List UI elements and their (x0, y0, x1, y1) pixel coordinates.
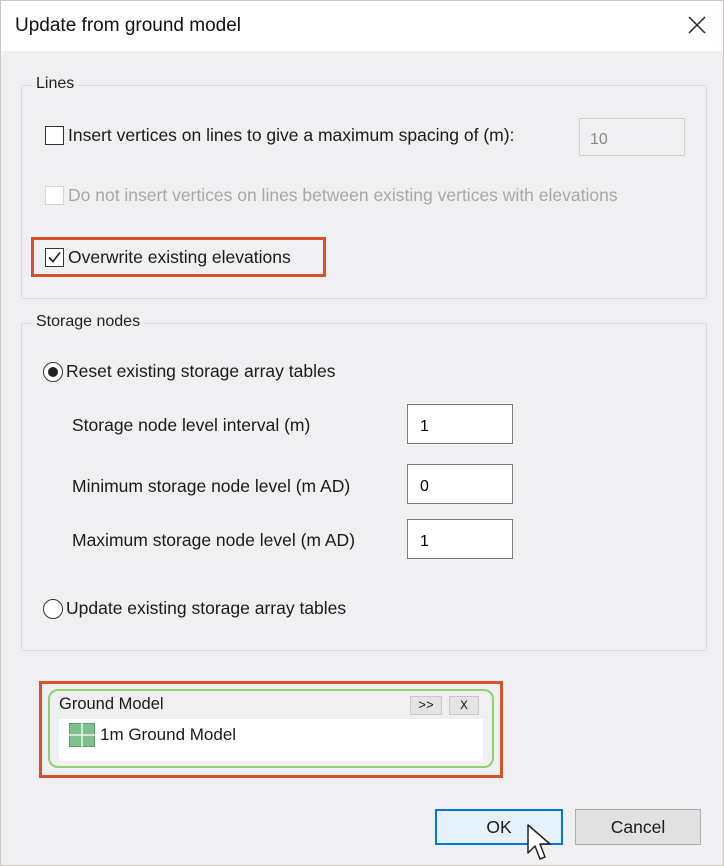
checkmark-icon (48, 252, 61, 263)
update-tables-label: Update existing storage array tables (66, 598, 347, 618)
ground-model-clear-button[interactable]: X (449, 696, 479, 715)
close-x-icon (688, 16, 706, 34)
overwrite-elevations-label: Overwrite existing elevations (68, 247, 291, 267)
ground-model-expand-button[interactable]: >> (410, 696, 442, 715)
min-level-input[interactable] (407, 464, 513, 504)
overwrite-elevations-option[interactable]: Overwrite existing elevations (45, 247, 291, 268)
close-button[interactable] (683, 11, 711, 39)
title-bar: Update from ground model (1, 1, 723, 51)
ground-model-panel: Ground Model >> X 1m Ground Model (48, 689, 494, 768)
update-tables-option[interactable]: Update existing storage array tables (43, 598, 346, 619)
mouse-pointer-icon (527, 824, 551, 860)
ground-model-list[interactable]: 1m Ground Model (59, 719, 483, 761)
overwrite-elevations-checkbox[interactable] (45, 248, 64, 267)
reset-tables-label: Reset existing storage array tables (66, 361, 336, 381)
radio-selected-dot (48, 366, 58, 377)
level-interval-input[interactable] (407, 404, 513, 444)
ground-model-list-item[interactable]: 1m Ground Model (69, 723, 236, 747)
storage-nodes-group-label: Storage nodes (32, 313, 145, 331)
level-interval-label: Storage node level interval (m) (72, 415, 311, 435)
insert-vertices-checkbox[interactable] (45, 126, 64, 145)
insert-vertices-option[interactable]: Insert vertices on lines to give a maxim… (45, 125, 514, 146)
ground-model-item-label: 1m Ground Model (100, 725, 237, 744)
reset-tables-option[interactable]: Reset existing storage array tables (43, 361, 335, 382)
dialog-window: Update from ground model Lines Insert ve… (0, 0, 724, 866)
do-not-insert-option[interactable]: Do not insert vertices on lines between … (45, 185, 618, 206)
do-not-insert-checkbox[interactable] (45, 186, 64, 205)
max-level-label: Maximum storage node level (m AD) (72, 530, 356, 550)
grid-ground-model-icon (69, 723, 95, 747)
reset-tables-radio[interactable] (43, 361, 63, 382)
ground-model-title: Ground Model (59, 695, 164, 713)
min-level-label: Minimum storage node level (m AD) (72, 476, 351, 496)
dialog-title: Update from ground model (15, 15, 242, 36)
max-spacing-input[interactable] (579, 118, 685, 156)
cancel-button[interactable]: Cancel (575, 809, 701, 845)
lines-group-label: Lines (32, 75, 79, 93)
max-level-input[interactable] (407, 519, 513, 559)
update-tables-radio[interactable] (43, 598, 63, 619)
do-not-insert-label: Do not insert vertices on lines between … (68, 185, 618, 205)
insert-vertices-label: Insert vertices on lines to give a maxim… (68, 125, 515, 145)
